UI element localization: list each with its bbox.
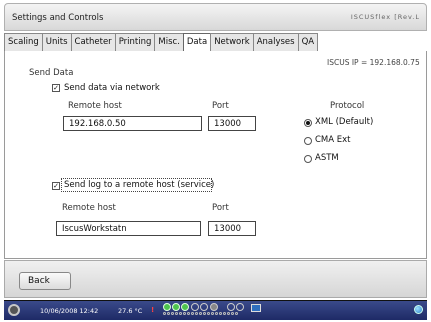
indicator-empty-icon <box>227 303 235 311</box>
send-network-checkbox[interactable]: ✓ <box>52 84 60 92</box>
monitor-icon <box>251 304 261 312</box>
app-window: Settings and Controls ISCUSflex [Rev.L S… <box>0 0 431 322</box>
log-port-field[interactable] <box>208 221 256 236</box>
ip-info: ISCUS IP = 192.168.0.75 <box>327 58 420 67</box>
status-datetime: 10/06/2008 12:42 <box>40 307 99 315</box>
globe-icon[interactable] <box>414 305 423 314</box>
tab-units[interactable]: Units <box>41 33 72 51</box>
indicator-gray-icon <box>210 303 218 311</box>
protocol-astm-radio[interactable] <box>304 155 312 163</box>
send-log-label[interactable]: Send log to a remote host (service) <box>64 180 214 190</box>
send-log-checkbox[interactable]: ✓ <box>52 182 60 190</box>
indicator-empty-icon <box>191 303 199 311</box>
brand-logo: ISCUSflex [Rev.L <box>350 13 420 21</box>
indicator-empty-icon <box>200 303 208 311</box>
log-port-label: Port <box>212 203 229 213</box>
log-remote-host-label: Remote host <box>62 203 116 213</box>
section-title: Send Data <box>29 68 74 78</box>
indicator-empty-icon <box>236 303 244 311</box>
port-label: Port <box>212 101 229 111</box>
tab-printing[interactable]: Printing <box>114 33 156 51</box>
window-title: Settings and Controls <box>12 13 104 23</box>
remote-host-field[interactable] <box>63 116 202 131</box>
tab-scaling[interactable]: Scaling <box>4 33 43 51</box>
send-network-label[interactable]: Send data via network <box>64 83 160 93</box>
log-remote-host-field[interactable] <box>56 221 201 236</box>
power-icon[interactable] <box>8 304 20 316</box>
tab-qa[interactable]: QA <box>297 33 319 51</box>
indicator-green-icon <box>181 303 189 311</box>
protocol-xml-label[interactable]: XML (Default) <box>315 117 373 127</box>
indicator-green-icon <box>172 303 180 311</box>
tab-strip: Scaling Units Catheter Printing Misc. Da… <box>4 33 319 52</box>
protocol-label: Protocol <box>330 101 365 111</box>
protocol-astm-label[interactable]: ASTM <box>315 153 339 163</box>
tab-misc[interactable]: Misc. <box>154 33 184 51</box>
port-field[interactable] <box>208 116 256 131</box>
remote-host-label: Remote host <box>68 101 122 111</box>
tab-data[interactable]: Data <box>182 33 212 52</box>
protocol-xml-radio[interactable] <box>304 119 312 127</box>
sample-indicator-row <box>163 312 238 315</box>
title-bar: Settings and Controls ISCUSflex [Rev.L <box>4 3 427 31</box>
alarm-icon: ! <box>151 306 155 314</box>
tab-catheter[interactable]: Catheter <box>70 33 116 51</box>
indicator-green-icon <box>163 303 171 311</box>
tab-network[interactable]: Network <box>210 33 254 51</box>
status-temperature: 27.6 °C <box>118 307 143 315</box>
back-button[interactable]: Back <box>19 272 71 290</box>
tab-analyses[interactable]: Analyses <box>252 33 299 51</box>
protocol-cma-radio[interactable] <box>304 137 312 145</box>
protocol-cma-label[interactable]: CMA Ext <box>315 135 351 145</box>
